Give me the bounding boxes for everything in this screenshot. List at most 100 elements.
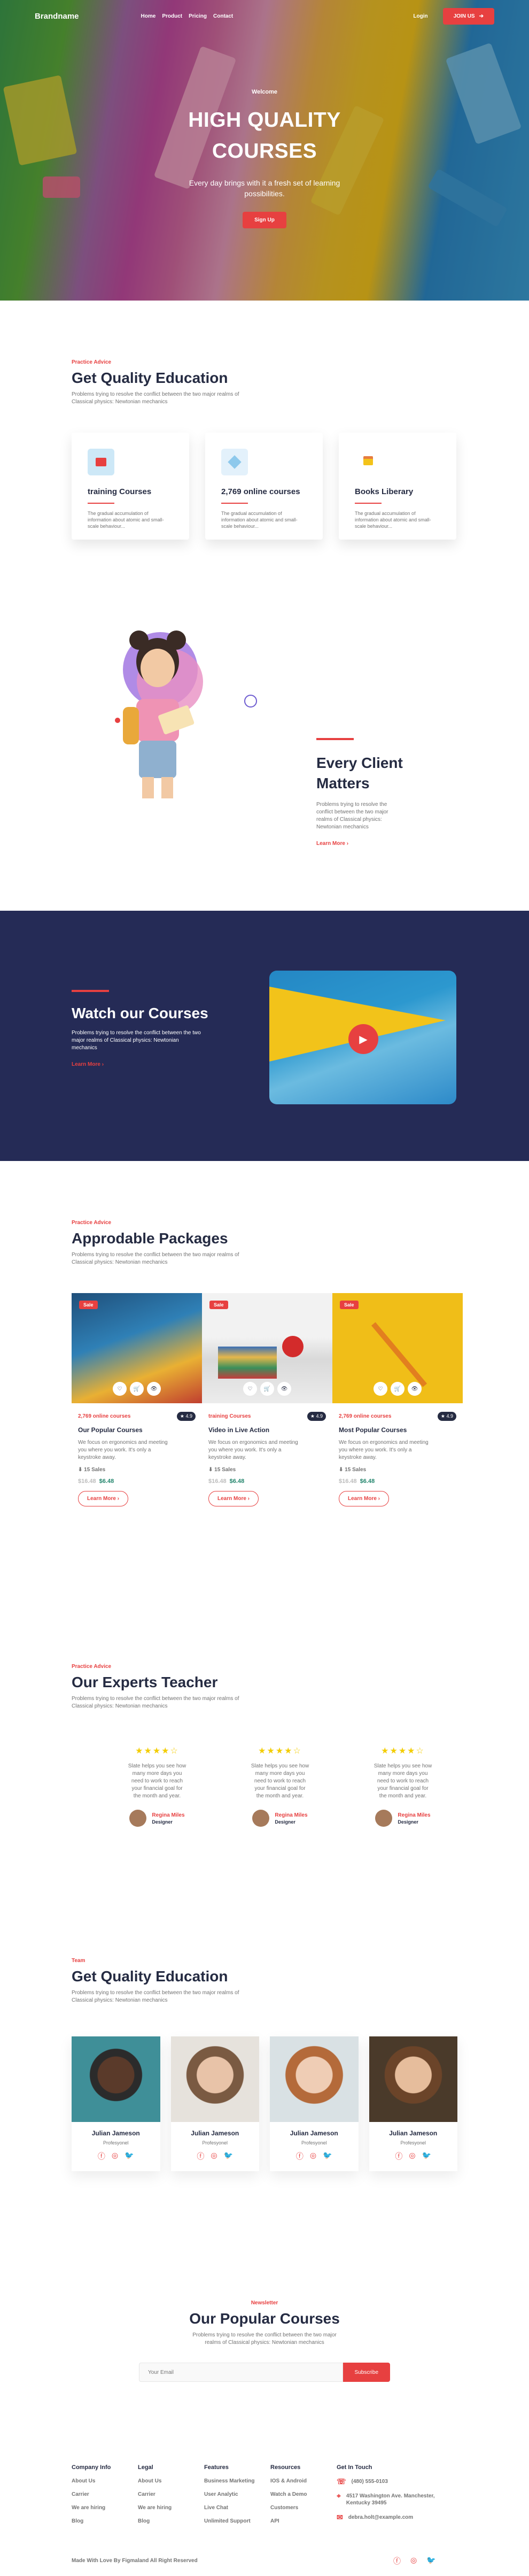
footer-link[interactable]: We are hiring xyxy=(72,2505,138,2511)
client-learn-more-link[interactable]: Learn More › xyxy=(316,841,450,847)
footer-link[interactable]: Live Chat xyxy=(204,2505,270,2511)
heart-icon[interactable]: ♡ xyxy=(374,1382,387,1396)
card-text: The gradual accumulation of information … xyxy=(88,511,164,529)
join-button[interactable]: JOIN US ➔ xyxy=(442,7,494,25)
nav-contact[interactable]: Contact xyxy=(213,13,233,19)
member-role: Profesyonel xyxy=(400,2140,426,2146)
twitter-icon[interactable]: 🐦 xyxy=(426,2556,435,2566)
testimonial-text: Slate helps you see how many more days y… xyxy=(374,1763,432,1799)
footer-link[interactable]: User Analytic xyxy=(204,2492,270,2497)
nav-pricing[interactable]: Pricing xyxy=(189,13,207,19)
testimonials: ★★★★☆ Slate helps you see how many more … xyxy=(72,1745,457,1827)
learn-more-button[interactable]: Learn More › xyxy=(208,1491,259,1506)
footer-link[interactable]: Blog xyxy=(72,2518,138,2524)
rating-badge: ★ 4.9 xyxy=(437,1412,456,1421)
footer-link[interactable]: Watch a Demo xyxy=(270,2492,337,2497)
heart-icon[interactable]: ♡ xyxy=(113,1382,127,1396)
eye-icon[interactable]: 👁 xyxy=(277,1382,291,1396)
learn-more-label: Learn More xyxy=(87,1496,116,1502)
footer-link[interactable]: API xyxy=(270,2518,337,2524)
facebook-icon[interactable]: ⓕ xyxy=(393,2556,401,2566)
twitter-icon[interactable]: 🐦 xyxy=(422,2151,431,2162)
card-divider xyxy=(355,503,382,504)
sales-count: ⬇ 15 Sales xyxy=(78,1467,106,1473)
learn-more-button[interactable]: Learn More › xyxy=(78,1491,129,1506)
footer-column: Legal About Us Carrier We are hiring Blo… xyxy=(138,2464,204,2524)
nav-home[interactable]: Home xyxy=(141,13,156,19)
team-card: Julian Jameson Profesyonel ⓕ ◎ 🐦 xyxy=(270,2036,359,2171)
team-card: Julian Jameson Profesyonel ⓕ ◎ 🐦 xyxy=(72,2036,160,2171)
location-icon: ⌖ xyxy=(337,2492,341,2500)
footer-link[interactable]: IOS & Android xyxy=(270,2478,337,2484)
instagram-icon[interactable]: ◎ xyxy=(410,2556,417,2566)
testimonial-author: Regina Miles Designer xyxy=(227,1810,333,1827)
footer-column-title: Company Info xyxy=(72,2464,111,2471)
card-actions: ♡ 🛒 👁 xyxy=(113,1382,161,1396)
instagram-icon[interactable]: ◎ xyxy=(409,2151,415,2162)
footer-link[interactable]: Carrier xyxy=(138,2492,204,2497)
chevron-right-icon: › xyxy=(346,841,349,847)
section-text: Problems trying to resolve the conflict … xyxy=(72,1990,239,2003)
play-icon[interactable]: ▶ xyxy=(348,1024,378,1054)
watch-section: Watch our Courses Problems trying to res… xyxy=(0,911,529,1161)
facebook-icon[interactable]: ⓕ xyxy=(296,2151,304,2162)
rating-value: 4.9 xyxy=(185,1413,192,1419)
footer-link[interactable]: About Us xyxy=(72,2478,138,2484)
contact-address[interactable]: ⌖ 4517 Washington Ave. Manchester, Kentuc… xyxy=(337,2492,454,2506)
cart-icon[interactable]: 🛒 xyxy=(130,1382,144,1396)
footer-link[interactable]: Unlimited Support xyxy=(204,2518,270,2524)
twitter-icon[interactable]: 🐦 xyxy=(323,2151,332,2162)
hero-section: Brandname Home Product Pricing Contact L… xyxy=(0,0,529,301)
social-links: ⓕ ◎ 🐦 xyxy=(171,2151,260,2162)
facebook-icon[interactable]: ⓕ xyxy=(395,2151,402,2162)
instagram-icon[interactable]: ◎ xyxy=(310,2151,316,2162)
client-content: Every Client Matters Problems trying to r… xyxy=(316,738,450,847)
brand-logo[interactable]: Brandname xyxy=(35,12,79,21)
footer-columns: Company Info About Us Carrier We are hir… xyxy=(72,2464,454,2524)
login-link[interactable]: Login xyxy=(413,13,427,19)
section-title: Approdable Packages xyxy=(72,1230,228,1247)
twitter-icon[interactable]: 🐦 xyxy=(224,2151,233,2162)
client-divider xyxy=(316,738,354,740)
footer-link[interactable]: Carrier xyxy=(72,2492,138,2497)
instagram-icon[interactable]: ◎ xyxy=(211,2151,217,2162)
hero-welcome: Welcome xyxy=(251,89,278,95)
contact-phone[interactable]: ☏ (480) 555-0103 xyxy=(337,2478,454,2485)
heart-icon[interactable]: ♡ xyxy=(243,1382,257,1396)
nav-product[interactable]: Product xyxy=(162,13,182,19)
footer-column-title: Legal xyxy=(138,2464,153,2471)
subscribe-button[interactable]: Subscribe xyxy=(343,2363,390,2382)
card-text: The gradual accumulation of information … xyxy=(355,511,431,529)
signup-button[interactable]: Sign Up xyxy=(243,212,286,228)
sales-count: ⬇ 15 Sales xyxy=(208,1467,236,1473)
watch-learn-more-link[interactable]: Learn More › xyxy=(72,1062,211,1067)
subscribe-form: Subscribe xyxy=(139,2363,390,2382)
facebook-icon[interactable]: ⓕ xyxy=(197,2151,204,2162)
package-image: Sale ♡ 🛒 👁 xyxy=(332,1293,463,1403)
package-title: Video in Live Action xyxy=(208,1426,270,1434)
contact-email[interactable]: ✉ debra.holt@example.com xyxy=(337,2513,454,2521)
footer-link[interactable]: Customers xyxy=(270,2505,337,2511)
avatar xyxy=(375,1810,393,1827)
member-photo xyxy=(270,2036,359,2122)
cart-icon[interactable]: 🛒 xyxy=(391,1382,404,1396)
facebook-icon[interactable]: ⓕ xyxy=(98,2151,105,2162)
star-rating-icon: ★★★★☆ xyxy=(135,1747,179,1756)
footer-link[interactable]: Business Marketing xyxy=(204,2478,270,2484)
instagram-icon[interactable]: ◎ xyxy=(112,2151,118,2162)
eye-icon[interactable]: 👁 xyxy=(408,1382,422,1396)
author-role: Designer xyxy=(152,1819,173,1825)
email-input[interactable] xyxy=(139,2363,343,2382)
footer-link[interactable]: Blog xyxy=(138,2518,204,2524)
footer-link[interactable]: We are hiring xyxy=(138,2505,204,2511)
video-thumbnail[interactable]: ▶ xyxy=(269,971,456,1104)
footer-link[interactable]: About Us xyxy=(138,2478,204,2484)
package-body: 2,769 online courses ★ 4.9 Most Popular C… xyxy=(332,1403,463,1519)
copyright: Made With Love By Figmaland All Right Re… xyxy=(72,2558,198,2564)
cart-icon[interactable]: 🛒 xyxy=(260,1382,274,1396)
learn-more-button[interactable]: Learn More › xyxy=(339,1491,390,1506)
twitter-icon[interactable]: 🐦 xyxy=(125,2151,134,2162)
member-name: Julian Jameson xyxy=(290,2129,338,2137)
eye-icon[interactable]: 👁 xyxy=(147,1382,161,1396)
member-role: Profesyonel xyxy=(103,2140,129,2146)
